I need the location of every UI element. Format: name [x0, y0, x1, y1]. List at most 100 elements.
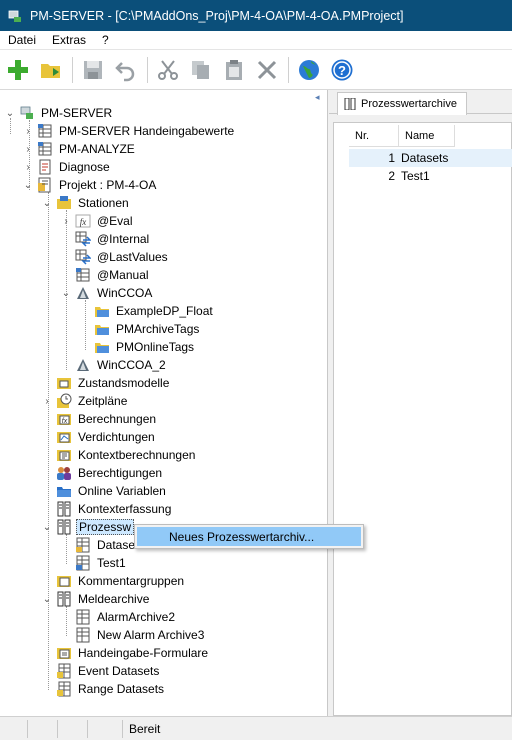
paste-icon [226, 59, 242, 80]
collapse-chevron-icon[interactable]: ⌄ [60, 287, 72, 299]
tree-node-internal[interactable]: @Internal [75, 230, 151, 248]
svg-text:fx: fx [80, 217, 87, 227]
delete-icon [257, 60, 277, 79]
toolbar-separator [72, 56, 73, 83]
delete-button[interactable] [253, 56, 281, 84]
tree-node-lastvalues[interactable]: @LastValues [75, 248, 170, 266]
save-button[interactable] [79, 56, 107, 84]
globe-button[interactable] [295, 56, 323, 84]
menu-extras[interactable]: Extras [44, 33, 94, 47]
collapse-chevron-icon[interactable]: ⌄ [22, 179, 34, 191]
help-button[interactable]: ? [328, 56, 356, 84]
tree-node-winccoa[interactable]: ⌄ WinCCOA [60, 284, 154, 302]
project-tree[interactable]: ◂ ⌄ PM-SERVER › PM-SERVER Handeingabewer… [0, 90, 328, 716]
tree-node-pm-server-handeingabewerte[interactable]: › PM-SERVER Handeingabewerte [22, 122, 236, 140]
collapse-chevron-icon[interactable]: ⌄ [41, 593, 53, 605]
tree-node-pmonlinetags[interactable]: PMOnlineTags [94, 338, 196, 356]
collapse-pane-icon[interactable]: ◂ [315, 92, 325, 102]
calculation-icon: fx [56, 411, 72, 427]
wincc-icon [75, 357, 91, 373]
undo-icon [115, 61, 135, 81]
tree-node-stationen[interactable]: ⌄ Stationen [41, 194, 131, 212]
tree-node-kontextberechnungen[interactable]: Kontextberechnungen [56, 446, 197, 464]
cell-name: Datasets [401, 151, 449, 165]
add-icon [8, 59, 28, 80]
tree-node-alarmarchive2[interactable]: AlarmArchive2 [75, 608, 177, 626]
tree-node-berechnungen[interactable]: fx Berechnungen [56, 410, 158, 428]
tab-prozesswertarchive[interactable]: Prozesswertarchive [337, 92, 467, 115]
menu-help[interactable]: ? [94, 33, 117, 47]
cut-button[interactable] [154, 56, 182, 84]
menu-datei[interactable]: Datei [0, 33, 44, 47]
tree-node-meldearchive[interactable]: ⌄ Meldearchive [41, 590, 151, 608]
tree-node-pm-analyze[interactable]: › PM-ANALYZE [22, 140, 137, 158]
add-button[interactable] [4, 56, 32, 84]
tree-node-eval[interactable]: › fx @Eval [60, 212, 135, 230]
collapse-chevron-icon[interactable]: ⌄ [4, 107, 16, 119]
toolbar-separator [288, 56, 289, 83]
context-capture-icon [56, 501, 72, 517]
tree-node-diagnose[interactable]: › Diagnose [22, 158, 112, 176]
tree-node-exampledp-float[interactable]: ExampleDP_Float [94, 302, 215, 320]
tree-node-prozesswertarchive[interactable]: ⌄ Prozessw [41, 518, 135, 536]
column-header-nr[interactable]: Nr. [349, 125, 399, 147]
alarm-archive-icon [75, 609, 91, 625]
state-model-icon [56, 375, 72, 391]
tree-node-test1[interactable]: Test1 [75, 554, 128, 572]
archive-icon [56, 591, 72, 607]
tree-node-online-variablen[interactable]: Online Variablen [56, 482, 168, 500]
tree-node-datasets[interactable]: Datase [75, 536, 137, 554]
expand-chevron-icon[interactable]: › [41, 395, 53, 407]
expand-chevron-icon[interactable]: › [60, 215, 72, 227]
wincc-icon [75, 285, 91, 301]
cell-nr: 2 [388, 169, 395, 183]
tree-node-projekt[interactable]: ⌄ Projekt : PM-4-OA [22, 176, 158, 194]
alarm-archive-icon [75, 627, 91, 643]
tree-node-kontexterfassung[interactable]: Kontexterfassung [56, 500, 173, 518]
tree-node-manual[interactable]: @Manual [75, 266, 151, 284]
status-segment [0, 719, 28, 738]
collapse-chevron-icon[interactable]: ⌄ [41, 197, 53, 209]
collapse-chevron-icon[interactable]: ⌄ [41, 521, 53, 533]
status-segment [88, 719, 123, 738]
tree-node-zustandsmodelle[interactable]: Zustandsmodelle [56, 374, 171, 392]
detail-pane: Prozesswertarchive Nr. Name 1 Datasets 2… [329, 90, 512, 716]
tree-guide [66, 606, 67, 636]
copy-button[interactable] [187, 56, 215, 84]
open-project-button[interactable] [37, 56, 65, 84]
grid-icon [75, 267, 91, 283]
transfer-icon [75, 249, 92, 265]
tree-node-zeitplaene[interactable]: › Zeitpläne [41, 392, 129, 410]
form-icon [56, 645, 72, 661]
paste-button[interactable] [220, 56, 248, 84]
expand-chevron-icon[interactable]: › [22, 161, 34, 173]
compression-icon [56, 429, 72, 445]
tree-node-kommentargruppen[interactable]: Kommentargruppen [56, 572, 186, 590]
context-calc-icon [56, 447, 72, 463]
table-row[interactable]: 1 Datasets [349, 149, 512, 167]
expand-chevron-icon[interactable]: › [22, 143, 34, 155]
tree-node-berechtigungen[interactable]: Berechtigungen [56, 464, 164, 482]
tree-node-pm-server[interactable]: ⌄ PM-SERVER [4, 104, 114, 122]
tree-node-winccoa-2[interactable]: WinCCOA_2 [75, 356, 168, 374]
grid-icon [37, 141, 53, 157]
archive-item-icon [75, 555, 91, 571]
tree-guide [85, 300, 86, 350]
undo-button[interactable] [112, 56, 140, 84]
expand-chevron-icon[interactable]: › [22, 125, 34, 137]
tree-node-new-alarm-archive3[interactable]: New Alarm Archive3 [75, 626, 206, 644]
tree-node-verdichtungen[interactable]: Verdichtungen [56, 428, 157, 446]
tree-node-pmarchivetags[interactable]: PMArchiveTags [94, 320, 201, 338]
context-item-neues-prozesswertarchiv[interactable]: Neues Prozesswertarchiv... [137, 527, 361, 546]
tree-node-handeingabe-formulare[interactable]: Handeingabe-Formulare [56, 644, 210, 662]
comment-icon [56, 573, 72, 589]
app-icon [8, 9, 22, 23]
svg-text:?: ? [338, 63, 346, 78]
online-variables-icon [56, 483, 72, 499]
context-menu: Neues Prozesswertarchiv... [134, 524, 364, 549]
tree-node-range-datasets[interactable]: Range Datasets [56, 680, 166, 698]
column-header-name[interactable]: Name [399, 125, 455, 147]
table-row[interactable]: 2 Test1 [349, 167, 512, 185]
tree-node-event-datasets[interactable]: Event Datasets [56, 662, 161, 680]
menu-bar: Datei Extras ? [0, 31, 512, 50]
